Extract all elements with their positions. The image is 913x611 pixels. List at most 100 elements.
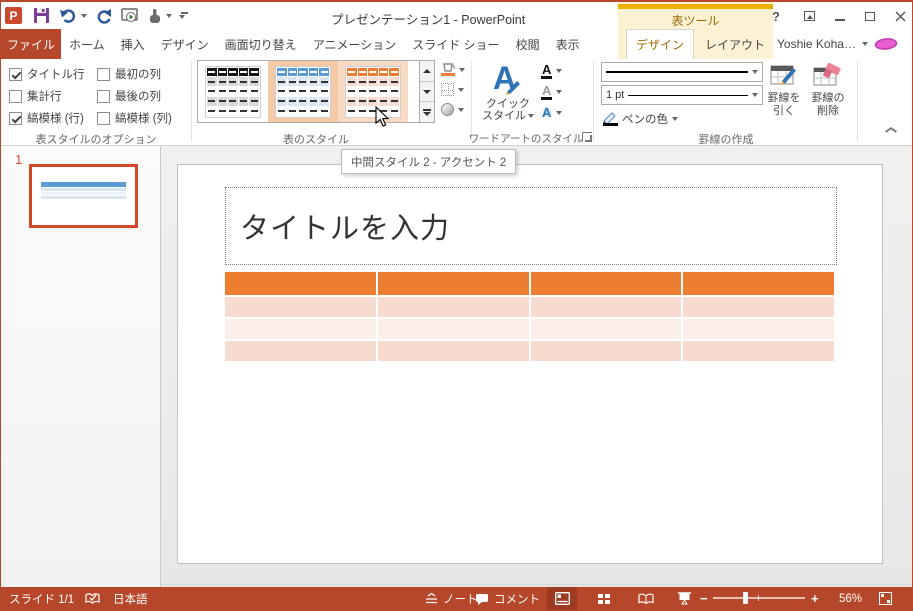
tab-0[interactable]: ホーム	[61, 29, 113, 59]
zoom-slider-track[interactable]	[713, 597, 805, 599]
quick-styles-button[interactable]: A クイック スタイル	[479, 60, 537, 130]
slide-table-cell[interactable]	[225, 341, 376, 361]
help-button[interactable]: ?	[765, 7, 787, 25]
view-slide-sorter-button[interactable]	[589, 587, 619, 610]
tab-5[interactable]: スライド ショー	[404, 29, 507, 59]
checkbox-icon[interactable]	[9, 67, 22, 81]
zoom-out-button[interactable]: −	[700, 587, 708, 610]
slide-table-cell[interactable]	[225, 319, 376, 339]
ribbon-display-options-button[interactable]	[798, 7, 820, 25]
slide-table-cell[interactable]	[683, 297, 834, 317]
start-slideshow-icon[interactable]	[121, 7, 139, 24]
checkbox-icon[interactable]	[9, 89, 22, 103]
slide-table-cell[interactable]	[530, 319, 682, 339]
tab-7[interactable]: 表示	[548, 29, 588, 59]
checkbox-icon[interactable]	[97, 67, 110, 81]
table-style-thumbnail-blue[interactable]	[268, 61, 338, 122]
slide-table-cell[interactable]	[377, 272, 529, 295]
pen-color-button[interactable]: ペンの色	[599, 109, 681, 129]
title-placeholder[interactable]: タイトルを入力	[225, 187, 837, 265]
effects-button[interactable]	[439, 101, 467, 118]
slide-table-cell[interactable]	[683, 319, 834, 339]
slide-table-cell[interactable]	[530, 272, 682, 295]
slide-table-cell[interactable]	[377, 341, 529, 361]
checkbox-icon[interactable]	[9, 111, 22, 125]
slide-table-cell[interactable]	[530, 341, 682, 361]
view-reading-button[interactable]	[631, 587, 661, 610]
tab-2[interactable]: デザイン	[153, 29, 217, 59]
language-indicator[interactable]: 日本語	[113, 587, 148, 610]
touch-mode-icon[interactable]	[148, 8, 162, 24]
option-checkbox-5[interactable]: 縞模様 (列)	[97, 107, 193, 129]
save-icon[interactable]	[33, 7, 50, 24]
option-checkbox-2[interactable]: 集計行	[9, 85, 97, 107]
wordart-dialog-launcher-icon[interactable]	[582, 132, 592, 142]
checkbox-icon[interactable]	[97, 111, 110, 125]
zoom-slider-thumb[interactable]	[743, 592, 748, 604]
spellcheck-icon[interactable]	[85, 587, 100, 610]
pen-weight-dropdown[interactable]: 1 pt	[601, 85, 763, 105]
pen-style-dropdown[interactable]	[601, 62, 763, 82]
text-outline-button[interactable]: A	[541, 82, 563, 101]
tab-1[interactable]: 挿入	[113, 29, 153, 59]
slide-table[interactable]	[225, 272, 834, 361]
option-checkbox-1[interactable]: 最初の列	[97, 63, 193, 85]
slide-table-cell[interactable]	[683, 272, 834, 295]
tab-table-design-selected[interactable]: デザイン	[626, 29, 694, 59]
tab-3[interactable]: 画面切り替え	[217, 29, 305, 59]
comments-button[interactable]: コメント	[475, 587, 540, 610]
slide-table-row[interactable]	[225, 319, 834, 339]
text-effects-button[interactable]: A	[541, 103, 563, 122]
slide-table-cell[interactable]	[377, 297, 529, 317]
minimize-button[interactable]	[829, 7, 851, 25]
gallery-scroll-up-button[interactable]	[420, 61, 434, 82]
slide-table-row[interactable]	[225, 341, 834, 361]
slide-table-cell[interactable]	[683, 341, 834, 361]
text-fill-button[interactable]: A	[541, 61, 563, 80]
slide-table-header-row[interactable]	[225, 272, 834, 295]
quick-styles-label-line1: クイック	[486, 98, 530, 110]
slide-table-cell[interactable]	[377, 319, 529, 339]
zoom-level[interactable]: 56%	[839, 587, 862, 610]
slide-table-row[interactable]	[225, 297, 834, 317]
maximize-button[interactable]	[859, 7, 881, 25]
collapse-ribbon-icon[interactable]	[885, 125, 895, 131]
slide-thumbnail[interactable]	[29, 164, 138, 228]
checkbox-label: 縞模様 (行)	[27, 113, 84, 125]
view-slideshow-button[interactable]	[669, 587, 699, 610]
fit-to-window-button[interactable]	[879, 587, 892, 610]
slide-canvas[interactable]: タイトルを入力	[177, 164, 883, 564]
view-normal-button[interactable]	[547, 587, 577, 610]
option-checkbox-3[interactable]: 最後の列	[97, 85, 193, 107]
undo-dropdown-caret[interactable]	[81, 13, 87, 18]
customize-qat-icon[interactable]	[179, 12, 188, 19]
checkbox-icon[interactable]	[97, 89, 110, 103]
draw-table-button[interactable]: 罫線を 引く	[764, 60, 804, 130]
powerpoint-logo-icon[interactable]: P	[5, 6, 24, 25]
undo-icon[interactable]	[59, 8, 77, 24]
gallery-scroll-down-button[interactable]	[420, 81, 434, 103]
slide-table-cell[interactable]	[225, 272, 376, 295]
zoom-in-button[interactable]: +	[811, 587, 819, 610]
quick-access-toolbar: P	[5, 6, 188, 25]
shading-button[interactable]	[439, 61, 467, 78]
notes-button[interactable]: ノート	[425, 587, 478, 610]
option-checkbox-4[interactable]: 縞模様 (行)	[9, 107, 97, 129]
table-style-thumbnail-orange[interactable]	[338, 61, 408, 122]
tab-table-layout[interactable]: レイアウト	[700, 29, 770, 59]
slide-counter[interactable]: スライド 1/1	[9, 587, 74, 610]
option-checkbox-0[interactable]: タイトル行	[9, 63, 97, 85]
tab-4[interactable]: アニメーション	[305, 29, 405, 59]
account-menu[interactable]: Yoshie Koha…	[777, 29, 898, 59]
close-button[interactable]	[889, 7, 911, 25]
eraser-button[interactable]: 罫線の 削除	[806, 60, 850, 130]
table-style-thumbnail-dark[interactable]	[198, 61, 268, 122]
touch-mode-caret[interactable]	[166, 13, 172, 18]
tab-file[interactable]: ファイル	[1, 29, 61, 59]
tab-6[interactable]: 校閲	[508, 29, 548, 59]
redo-icon[interactable]	[96, 8, 112, 24]
gallery-more-button[interactable]	[420, 102, 434, 123]
borders-button[interactable]	[439, 81, 467, 98]
slide-table-cell[interactable]	[225, 297, 376, 317]
slide-table-cell[interactable]	[530, 297, 682, 317]
